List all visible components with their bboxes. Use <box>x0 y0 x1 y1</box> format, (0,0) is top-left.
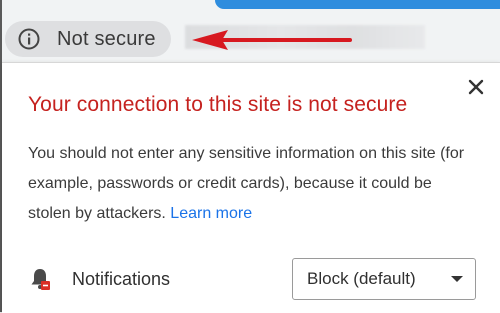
notifications-label: Notifications <box>72 268 171 289</box>
popup-description: You should not enter any sensitive infor… <box>28 139 478 229</box>
learn-more-link[interactable]: Learn more <box>170 205 252 222</box>
popup-title: Your connection to this site is not secu… <box>28 93 408 116</box>
notifications-select-value: Block (default) <box>307 269 416 288</box>
bell-blocked-icon <box>28 266 52 292</box>
close-button[interactable] <box>466 77 486 97</box>
not-secure-label: Not secure <box>57 27 156 50</box>
dropdown-caret-icon <box>451 276 463 282</box>
browser-accent-bar <box>215 0 500 9</box>
notifications-select[interactable]: Block (default) <box>292 258 476 300</box>
site-info-popup: Your connection to this site is not secu… <box>2 62 500 313</box>
site-info-button[interactable]: Not secure <box>5 21 171 57</box>
info-icon <box>17 27 41 51</box>
annotation-arrow <box>192 30 352 50</box>
close-icon <box>468 79 484 95</box>
